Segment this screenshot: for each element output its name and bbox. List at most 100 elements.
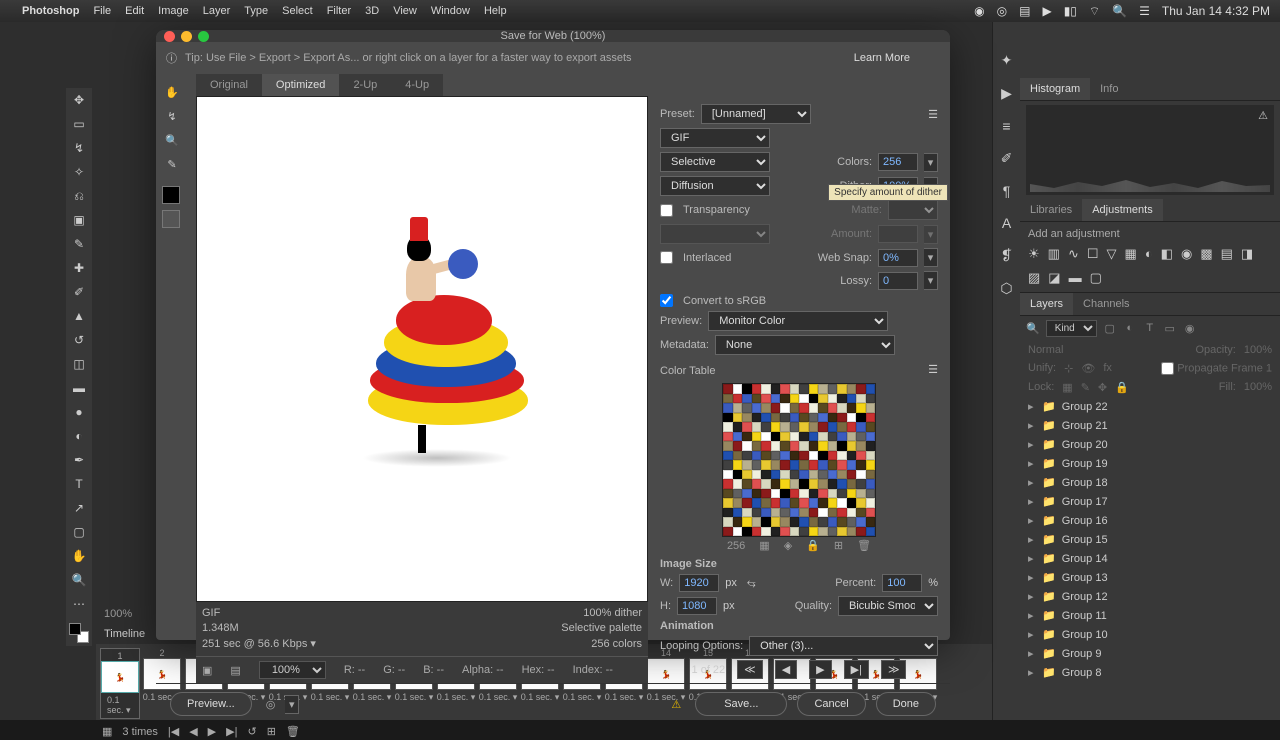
expand-icon[interactable]: ▸ [1028,533,1036,546]
tab-optimized[interactable]: Optimized [262,74,340,96]
control-center-icon[interactable]: ☰ [1139,4,1150,18]
layer-list[interactable]: ▸📁Group 22▸📁Group 21▸📁Group 20▸📁Group 19… [1020,397,1280,687]
glyph-icon[interactable]: ❡ [1001,247,1013,264]
slice-visibility-icon[interactable] [162,210,180,228]
menu-edit[interactable]: Edit [125,5,144,17]
next-frame-icon[interactable]: ▶| [226,725,237,738]
prev-frame-icon[interactable]: ◀ [775,660,797,679]
last-frame-icon[interactable]: ≫ [881,660,907,679]
transparency-check[interactable] [660,204,673,217]
slice-toggle-icon[interactable]: ▣ [202,664,212,677]
speed-menu-icon[interactable]: ▾ [310,638,316,650]
quality-select[interactable]: Bicubic Smoother [838,596,938,616]
unify-position-icon[interactable]: ⊹ [1064,362,1073,375]
percent-input[interactable] [882,574,922,592]
pen-tool-icon[interactable]: ✒ [69,451,89,469]
fill-value[interactable]: 100% [1244,381,1272,394]
marquee-tool-icon[interactable]: ▭ [69,115,89,133]
tab-channels[interactable]: Channels [1073,293,1139,315]
metadata-select[interactable]: None [715,335,895,355]
color-swatches[interactable] [69,623,89,643]
expand-icon[interactable]: ▸ [1028,666,1036,679]
stamp-tool-icon[interactable]: ▲ [69,307,89,325]
tab-4up[interactable]: 4-Up [391,74,443,96]
zoom-tool-icon[interactable]: 🔍 [162,134,182,152]
delete-frame-icon[interactable]: 🗑 [286,725,300,738]
play-icon[interactable]: ▶ [208,725,216,738]
document-zoom[interactable]: 100% [100,604,136,624]
eraser-tool-icon[interactable]: ◫ [69,355,89,373]
slice-hide-icon[interactable]: ▤ [230,664,240,677]
tab-info[interactable]: Info [1090,78,1128,100]
sliders-icon[interactable]: ≡ [1002,118,1010,134]
layer-row[interactable]: ▸📁Group 14 [1020,549,1280,568]
looping-select[interactable]: Other (3)... [749,636,938,656]
layer-row[interactable]: ▸📁Group 17 [1020,492,1280,511]
status-icon[interactable]: ▶ [1042,4,1051,18]
websnap-input[interactable] [878,249,918,267]
ct-delete-icon[interactable]: 🗑 [857,539,871,552]
frame-tool-icon[interactable]: ▣ [69,211,89,229]
layer-row[interactable]: ▸📁Group 18 [1020,473,1280,492]
heal-tool-icon[interactable]: ✚ [69,259,89,277]
3d-icon[interactable]: ⬡ [1000,280,1012,297]
curves-icon[interactable]: ∿ [1068,246,1079,262]
lasso-tool-icon[interactable]: ↯ [69,139,89,157]
expand-icon[interactable]: ▸ [1028,457,1036,470]
cancel-button[interactable]: Cancel [797,692,865,716]
lock-all-icon[interactable]: 🔒 [1115,381,1129,394]
layer-row[interactable]: ▸📁Group 10 [1020,625,1280,644]
menu-select[interactable]: Select [282,5,313,17]
filter-smart-icon[interactable]: ◉ [1183,322,1197,336]
tab-adjustments[interactable]: Adjustments [1082,199,1163,221]
layer-row[interactable]: ▸📁Group 19 [1020,454,1280,473]
ct-new-icon[interactable]: ⊞ [834,539,843,552]
status-icon[interactable]: ◉ [974,4,984,18]
layer-row[interactable]: ▸📁Group 22 [1020,397,1280,416]
layer-kind-select[interactable]: Kind [1046,320,1097,337]
tab-original[interactable]: Original [196,74,262,96]
eyedropper-icon[interactable]: ✎ [162,158,182,176]
layer-row[interactable]: ▸📁Group 12 [1020,587,1280,606]
shape-tool-icon[interactable]: ▢ [69,523,89,541]
filter-shape-icon[interactable]: ▭ [1163,322,1177,336]
next-frame-icon[interactable]: ▶| [844,660,869,679]
expand-icon[interactable]: ▸ [1028,495,1036,508]
expand-icon[interactable]: ▸ [1028,571,1036,584]
lock-pos-icon[interactable]: ✥ [1098,381,1107,394]
frame[interactable]: 1💃0.1 sec. ▾ [100,648,140,719]
tween-icon[interactable]: ↺ [247,725,256,738]
spotlight-icon[interactable]: 🔍 [1112,4,1127,18]
expand-icon[interactable]: ▸ [1028,514,1036,527]
hue-icon[interactable]: ▦ [1125,246,1137,262]
browser-dropdown-icon[interactable]: ▾ [285,695,299,714]
history-brush-icon[interactable]: ↺ [69,331,89,349]
exposure-icon[interactable]: ☐ [1087,246,1099,262]
unify-style-icon[interactable]: fx [1103,362,1112,375]
character-icon[interactable]: A [1002,215,1011,231]
blur-tool-icon[interactable]: ● [69,403,89,421]
interlaced-check[interactable] [660,251,673,264]
expand-icon[interactable]: ▸ [1028,552,1036,565]
new-frame-icon[interactable]: ⊞ [267,725,276,738]
wand-tool-icon[interactable]: ✧ [69,163,89,181]
link-icon[interactable]: ⥃ [747,577,756,590]
prev-frame-icon[interactable]: ◀ [189,725,197,738]
preset-select[interactable]: [Unnamed] [701,104,811,124]
close-icon[interactable] [164,31,175,42]
loop-setting[interactable]: 3 times [122,726,157,738]
preview-button[interactable]: Preview... [170,692,252,716]
preview-select[interactable]: Monitor Color [708,311,888,331]
format-select[interactable]: GIF [660,128,770,148]
ct-menu-icon[interactable]: ☰ [928,363,938,376]
expand-icon[interactable]: ▸ [1028,438,1036,451]
blend-mode[interactable]: Normal [1028,344,1063,356]
dodge-tool-icon[interactable]: ◐ [69,427,89,445]
opacity-value[interactable]: 100% [1244,344,1272,356]
menu-layer[interactable]: Layer [203,5,231,17]
expand-icon[interactable]: ▸ [1028,628,1036,641]
filter-type-icon[interactable]: T [1143,322,1157,336]
search-icon[interactable]: 🔍 [1026,322,1040,335]
tab-layers[interactable]: Layers [1020,293,1073,315]
menu-type[interactable]: Type [244,5,268,17]
